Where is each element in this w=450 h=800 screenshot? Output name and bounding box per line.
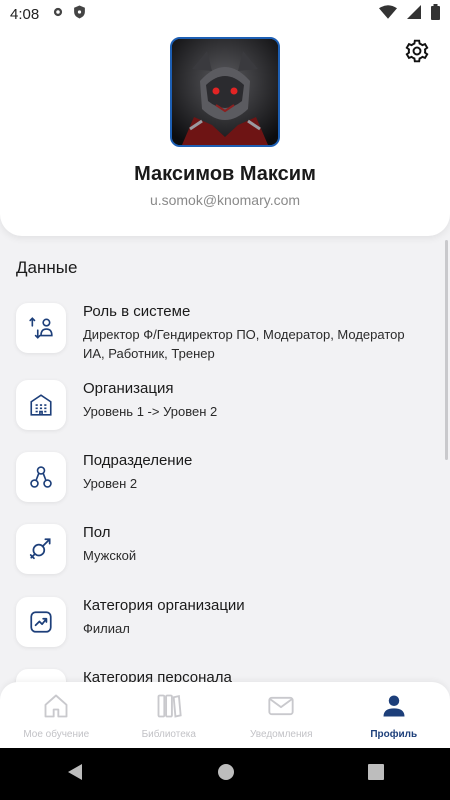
trend-chart-icon bbox=[16, 597, 66, 647]
battery-icon bbox=[431, 4, 440, 24]
info-label: Пол bbox=[83, 524, 111, 541]
info-value: Филиал bbox=[83, 621, 130, 636]
library-icon bbox=[155, 692, 183, 725]
profile-header-card: Максимов Максим u.somok@knomary.com bbox=[0, 0, 450, 236]
back-icon[interactable] bbox=[66, 763, 84, 786]
info-label: Роль в системе bbox=[83, 303, 191, 320]
profile-email: u.somok@knomary.com bbox=[149, 192, 301, 208]
nav-my-learning[interactable]: Мое обучение bbox=[0, 682, 113, 748]
info-value: Уровень 1 -> Уровен 2 bbox=[83, 404, 218, 419]
settings-button[interactable] bbox=[402, 38, 432, 68]
status-bar: 4:08 bbox=[0, 0, 450, 28]
shield-icon bbox=[73, 5, 86, 23]
nav-notifications[interactable]: Уведомления bbox=[225, 682, 338, 748]
user-icon bbox=[380, 692, 408, 725]
profile-name: Максимов Максим bbox=[134, 163, 316, 185]
system-nav-bar bbox=[0, 748, 450, 800]
avatar[interactable] bbox=[170, 37, 280, 147]
nav-label: Библиотека bbox=[141, 729, 196, 740]
info-label: Подразделение bbox=[83, 452, 193, 469]
home-icon bbox=[42, 692, 70, 725]
role-sort-icon bbox=[16, 303, 66, 353]
settings-status-icon bbox=[51, 5, 65, 23]
building-icon bbox=[16, 380, 66, 430]
bottom-nav: Мое обучение Библиотека Уведомления Проф… bbox=[0, 682, 450, 748]
mail-icon bbox=[267, 692, 295, 725]
nav-label: Уведомления bbox=[249, 729, 313, 740]
scrollbar[interactable] bbox=[445, 240, 448, 460]
info-label: Категория организации bbox=[83, 597, 245, 614]
info-value: Уровен 2 bbox=[83, 476, 138, 491]
nav-profile[interactable]: Профиль bbox=[338, 682, 450, 748]
info-label: Организация bbox=[83, 380, 174, 397]
nav-label: Профиль bbox=[370, 729, 418, 740]
home-circle-icon[interactable] bbox=[217, 763, 235, 786]
signal-icon bbox=[407, 5, 421, 23]
info-value: Мужской bbox=[83, 548, 137, 563]
status-time: 4:08 bbox=[10, 5, 40, 23]
info-value: Директор Ф/Гендиректор ПО, Модератор, Мо… bbox=[83, 327, 405, 361]
nav-library[interactable]: Библиотека bbox=[113, 682, 226, 748]
gender-icon bbox=[16, 524, 66, 574]
section-title: Данные bbox=[16, 258, 78, 277]
wifi-icon bbox=[379, 5, 397, 23]
hierarchy-icon bbox=[16, 452, 66, 502]
nav-label: Мое обучение bbox=[23, 729, 90, 740]
recents-icon[interactable] bbox=[367, 763, 384, 785]
gear-icon bbox=[404, 38, 430, 69]
